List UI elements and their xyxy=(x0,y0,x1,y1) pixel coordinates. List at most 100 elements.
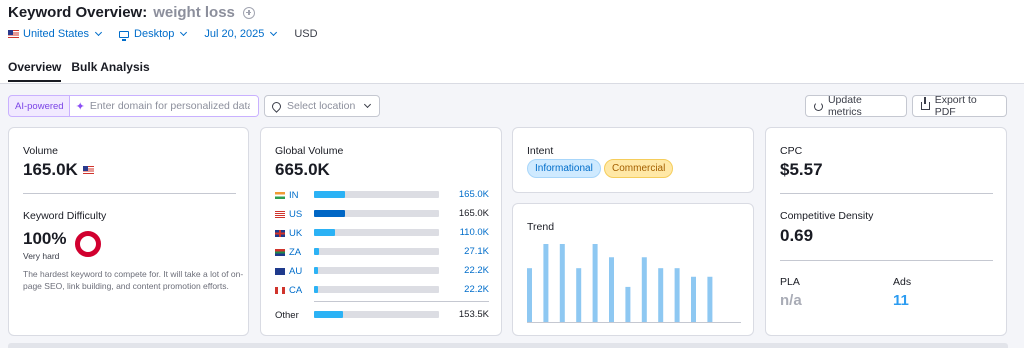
country-volume-value[interactable]: 27.1K xyxy=(464,246,489,257)
global-volume-card: Global Volume 665.0K IN 165.0K US 165.0K UK 1… xyxy=(260,127,502,336)
date-selector[interactable]: Jul 20, 2025 xyxy=(204,28,278,40)
location-placeholder: Select location xyxy=(287,100,356,112)
volume-bar-fill xyxy=(314,191,346,198)
country-row-za[interactable]: ZA 27.1K xyxy=(275,246,489,258)
top-bar: Keyword Overview: weight loss United Sta… xyxy=(0,0,1024,84)
country-volume-value[interactable]: 22.2K xyxy=(464,265,489,276)
volume-bar-track xyxy=(314,229,439,236)
divider xyxy=(780,260,993,261)
chevron-down-icon xyxy=(363,100,372,109)
trend-bar[interactable] xyxy=(674,268,680,322)
device-selector[interactable]: Desktop xyxy=(119,28,188,41)
volume-bar-track xyxy=(314,286,439,293)
toolbar: AI-powered ✦ Select location Update metr… xyxy=(8,94,1008,118)
export-pdf-button[interactable]: Export to PDF xyxy=(912,94,1007,118)
location-pin-icon xyxy=(270,99,283,113)
trend-card: Trend xyxy=(512,203,754,336)
tab-bulk-analysis[interactable]: Bulk Analysis xyxy=(71,60,149,82)
trend-bar[interactable] xyxy=(658,268,664,322)
trend-bar[interactable] xyxy=(592,244,598,322)
volume-bar-fill xyxy=(314,248,319,255)
intent-informational-badge: Informational xyxy=(527,159,601,178)
global-volume-label: Global Volume xyxy=(275,145,344,157)
country-selector[interactable]: United States xyxy=(8,28,103,40)
divider xyxy=(314,301,489,302)
trend-bar[interactable] xyxy=(691,276,696,322)
domain-input[interactable] xyxy=(89,100,250,112)
volume-bar-fill xyxy=(314,229,335,236)
country-code: AU xyxy=(289,265,303,277)
other-value: 153.5K xyxy=(458,309,489,320)
volume-label: Volume xyxy=(23,145,59,157)
ca-flag-icon xyxy=(275,286,285,294)
volume-card: Volume 165.0K Keyword Difficulty 100% Ve… xyxy=(8,127,249,336)
volume-bar-fill xyxy=(314,286,319,293)
difficulty-description: The hardest keyword to compete for. It w… xyxy=(23,269,244,291)
tab-overview[interactable]: Overview xyxy=(8,60,62,82)
us-flag-icon xyxy=(82,166,94,174)
chevron-down-icon xyxy=(270,28,278,37)
country-volume-value[interactable]: 110.0K xyxy=(460,227,489,238)
trend-bar[interactable] xyxy=(707,276,713,322)
difficulty-gauge-icon xyxy=(75,231,101,257)
trend-bar[interactable] xyxy=(641,257,647,322)
trend-bar[interactable] xyxy=(609,257,614,322)
update-metrics-button[interactable]: Update metrics xyxy=(805,94,907,118)
us-flag-icon xyxy=(8,30,19,38)
location-select[interactable]: Select location xyxy=(264,95,380,117)
ads-label: Ads xyxy=(893,276,912,288)
pla-label: PLA xyxy=(780,276,800,288)
trend-bar[interactable] xyxy=(527,268,532,322)
volume-value: 165.0K xyxy=(23,160,78,179)
competitive-density-value: 0.69 xyxy=(780,226,814,245)
au-flag-icon xyxy=(275,267,285,275)
volume-bar-fill xyxy=(314,267,319,274)
volume-bar-fill xyxy=(314,210,346,217)
cpc-value: $5.57 xyxy=(780,160,823,179)
other-bar-fill xyxy=(314,311,343,318)
divider xyxy=(780,193,993,194)
country-volume-value[interactable]: 165.0K xyxy=(459,189,489,200)
add-to-list-icon[interactable] xyxy=(242,6,255,19)
trend-bar[interactable] xyxy=(543,244,549,322)
global-volume-value: 665.0K xyxy=(275,160,330,179)
refresh-icon xyxy=(814,101,823,111)
volume-bar-track xyxy=(314,210,439,217)
device-label: Desktop xyxy=(134,28,175,40)
trend-bar[interactable] xyxy=(559,244,565,322)
divider xyxy=(23,193,236,194)
filters-row: United States Desktop Jul 20, 2025 USD xyxy=(8,28,318,41)
update-metrics-label: Update metrics xyxy=(827,94,862,118)
country-row-ca[interactable]: CA 22.2K xyxy=(275,284,489,296)
ai-powered-label: AI-powered xyxy=(15,100,64,112)
volume-bar-track xyxy=(314,267,439,274)
in-flag-icon xyxy=(275,191,285,199)
country-row-au[interactable]: AU 22.2K xyxy=(275,265,489,277)
country-label: United States xyxy=(23,28,90,40)
trend-label: Trend xyxy=(527,221,555,233)
keyword-title: weight loss xyxy=(153,4,235,21)
export-pdf-label: Export to PDF xyxy=(934,94,977,118)
page-title-row: Keyword Overview: weight loss xyxy=(8,4,255,21)
keyword-difficulty-value: 100% xyxy=(23,229,67,248)
country-row-us[interactable]: US 165.0K xyxy=(275,208,489,220)
ai-domain-box: AI-powered ✦ xyxy=(8,95,259,117)
date-label: Jul 20, 2025 xyxy=(204,28,265,40)
country-code: CA xyxy=(289,284,303,296)
country-volume-value[interactable]: 165.0K xyxy=(459,208,489,219)
intent-card: Intent Informational Commercial xyxy=(512,127,754,193)
chevron-down-icon xyxy=(180,28,188,37)
intent-label: Intent xyxy=(527,145,554,157)
trend-bar[interactable] xyxy=(576,268,582,322)
trend-bar[interactable] xyxy=(625,286,631,322)
country-code: ZA xyxy=(289,246,302,258)
cpc-card: CPC $5.57 Competitive Density 0.69 PLA n… xyxy=(765,127,1007,336)
volume-value-row: 165.0K xyxy=(23,160,94,180)
country-row-in[interactable]: IN 165.0K xyxy=(275,189,489,201)
sparkle-icon: ✦ xyxy=(75,100,85,113)
export-icon xyxy=(921,97,930,110)
country-volume-value[interactable]: 22.2K xyxy=(464,284,489,295)
country-code: UK xyxy=(289,227,303,239)
ads-value[interactable]: 11 xyxy=(893,292,909,309)
country-row-uk[interactable]: UK 110.0K xyxy=(275,227,489,239)
